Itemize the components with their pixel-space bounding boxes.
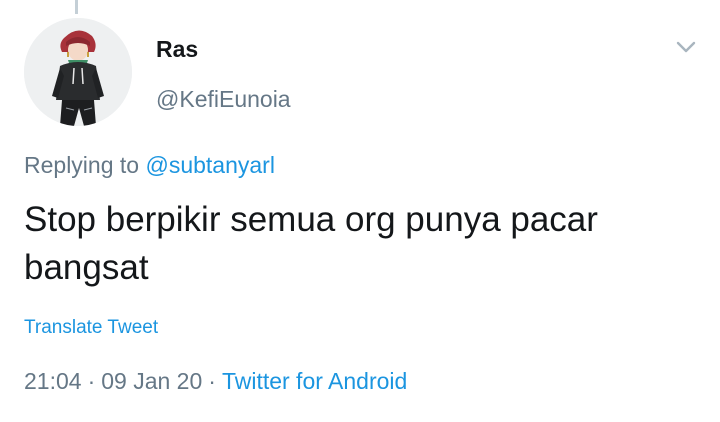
thread-connector-line xyxy=(75,0,78,14)
anime-character-avatar-icon xyxy=(24,18,132,126)
replying-to-label: Replying to xyxy=(24,152,140,178)
tweet-detail: Ras @KefiEunoia Replying to @subtanyarl … xyxy=(0,0,720,422)
tweet-text: Stop berpikir semua org punya pacar bang… xyxy=(24,200,598,287)
chevron-down-icon[interactable] xyxy=(672,36,700,58)
tweet-date: 09 Jan 20 xyxy=(101,368,203,394)
tweet-time: 21:04 xyxy=(24,368,82,394)
display-name[interactable]: Ras xyxy=(156,36,198,62)
tweet-source-link[interactable]: Twitter for Android xyxy=(222,368,407,394)
replying-to-line: Replying to @subtanyarl xyxy=(24,151,275,179)
metadata-separator: · xyxy=(208,368,216,394)
tweet-metadata: 21:04 · 09 Jan 20 · Twitter for Android xyxy=(24,367,407,395)
replying-to-mention-link[interactable]: @subtanyarl xyxy=(145,152,274,178)
avatar[interactable] xyxy=(24,18,132,126)
metadata-separator: · xyxy=(87,368,96,394)
user-handle[interactable]: @KefiEunoia xyxy=(156,86,291,112)
translate-tweet-link[interactable]: Translate Tweet xyxy=(24,316,158,340)
